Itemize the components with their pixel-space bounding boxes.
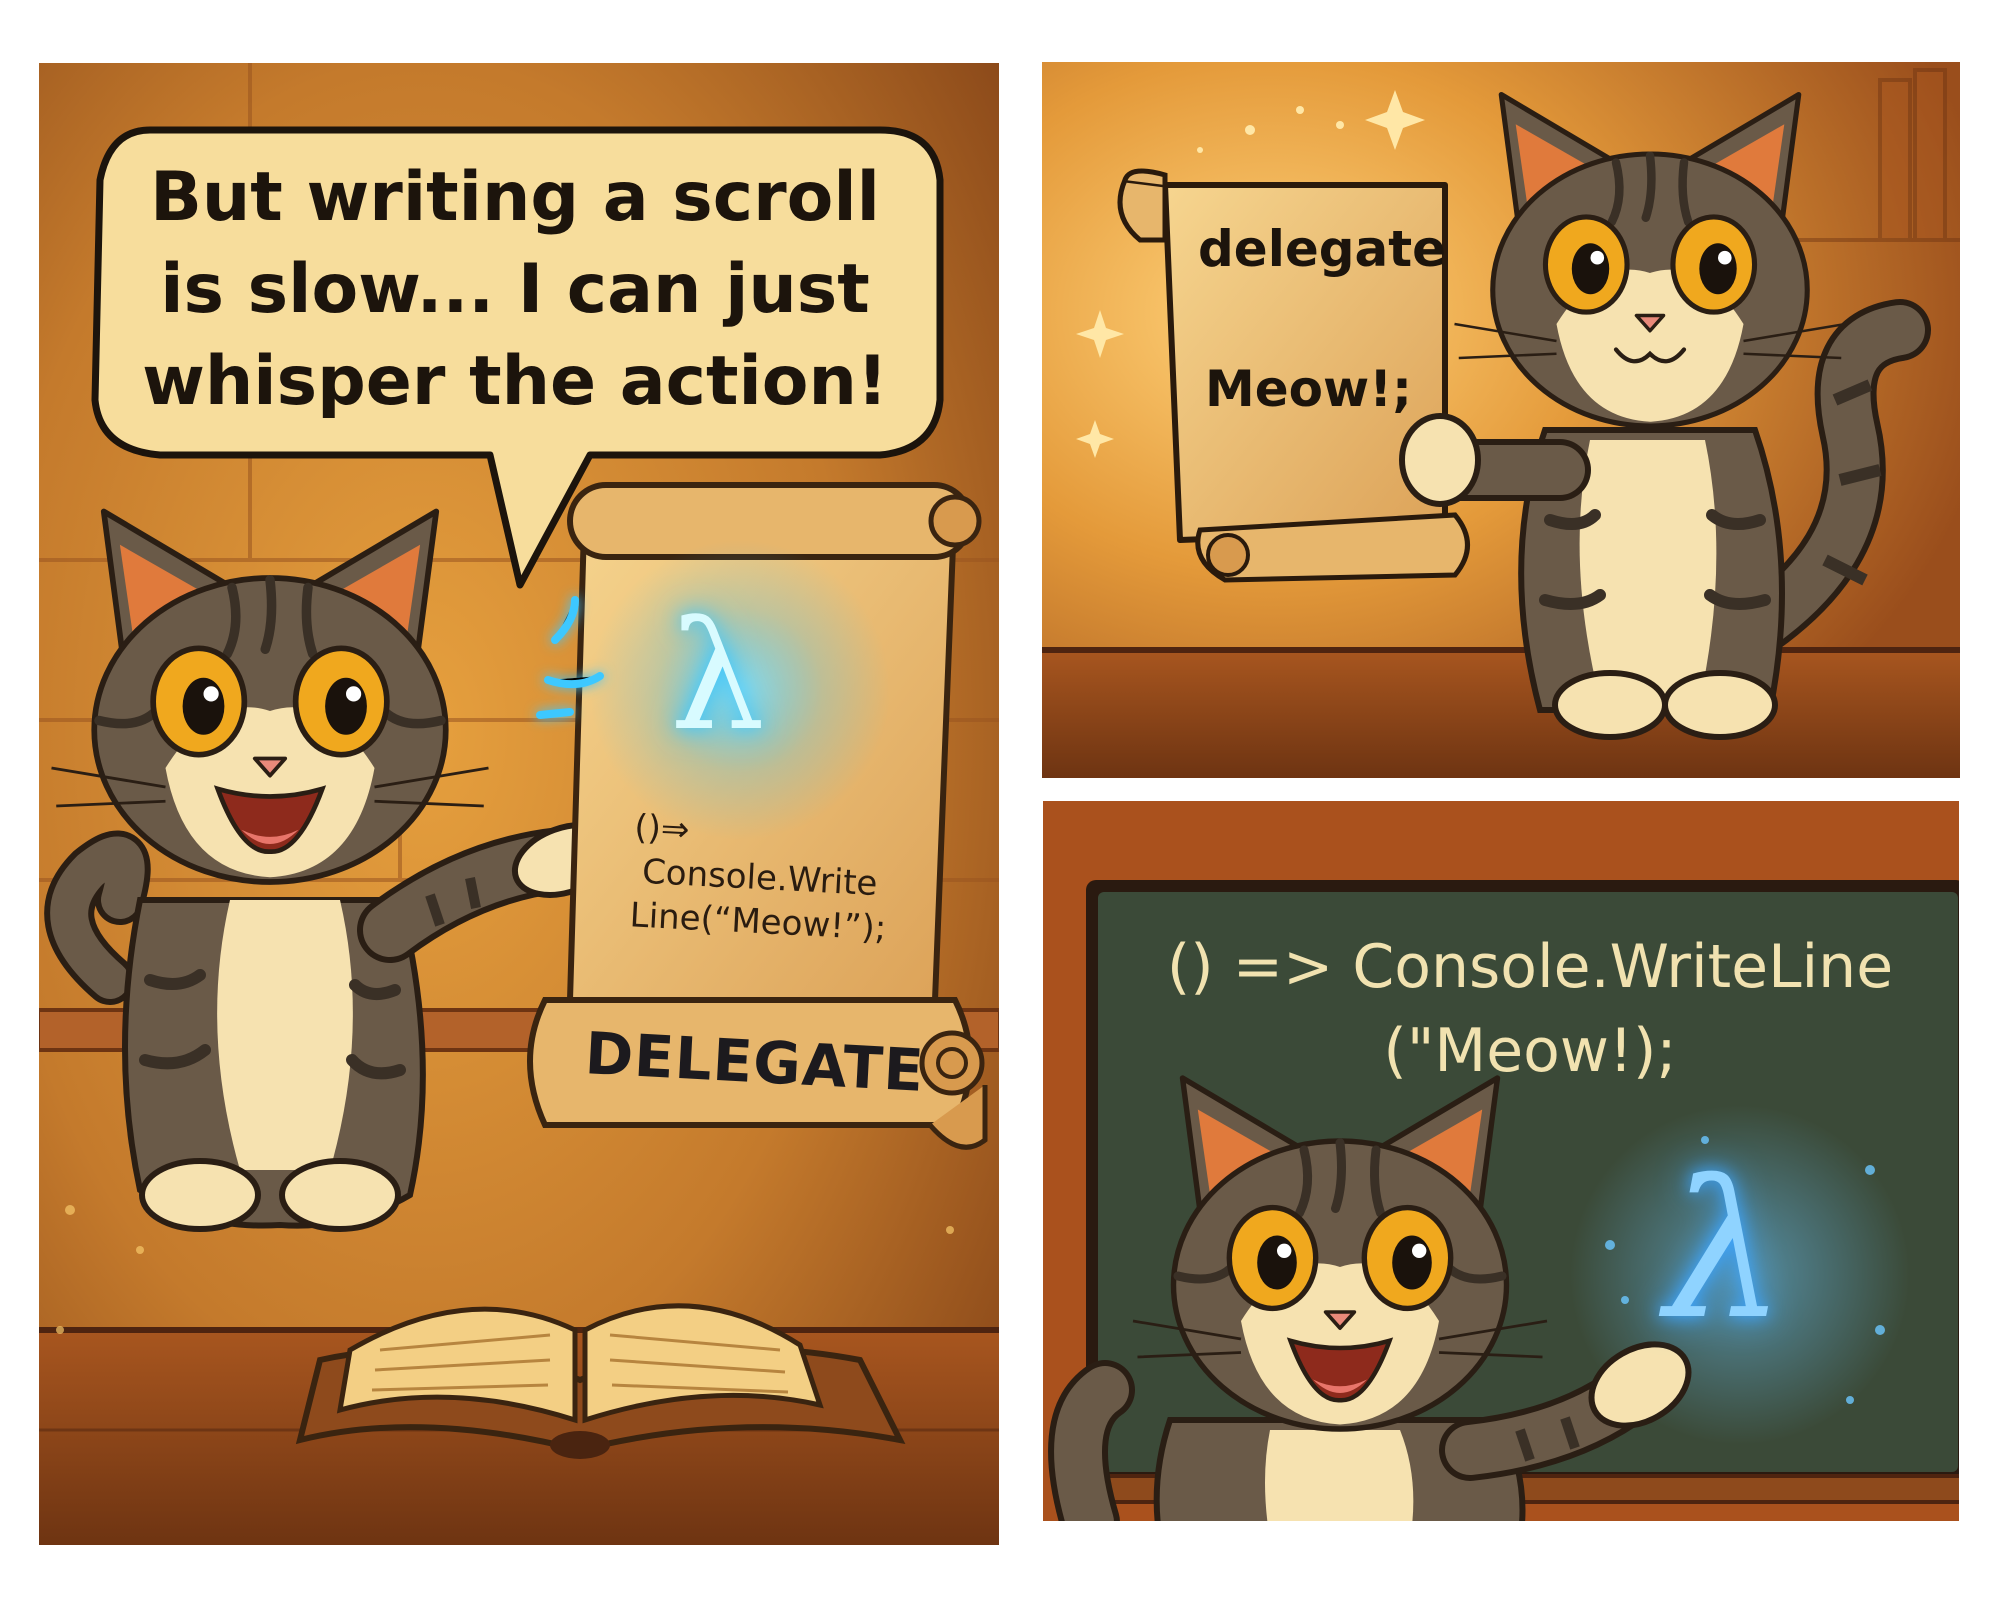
- chalkboard-line-1: () => Console.WriteLine: [1166, 932, 1894, 1002]
- speech-line-1: But writing a scroll: [150, 158, 880, 237]
- speech-line-3: whisper the action!: [142, 342, 888, 421]
- comic-page: But writing a scroll is slow... I can ju…: [0, 0, 2000, 1600]
- speech-line-2: is slow... I can just: [160, 250, 870, 329]
- panel-3: [1042, 800, 1960, 1522]
- lambda-symbol-panel-1: λ: [670, 590, 766, 764]
- speech-bubble-text: But writing a scroll is slow... I can ju…: [110, 140, 920, 440]
- chalkboard-text: () => Console.WriteLine ("Meow!);: [1110, 925, 1950, 1093]
- panel-2-scroll-title: delegate: [1198, 220, 1447, 278]
- chalkboard-line-2: ("Meow!);: [1383, 1016, 1677, 1086]
- lambda-symbol-panel-3: λ: [1665, 1140, 1786, 1361]
- scroll-code: ()⇒ Console.Write Line(“Meow!”);: [629, 805, 892, 950]
- panel-2: [1042, 62, 1960, 778]
- panel-2-scroll-body: Meow!;: [1205, 360, 1413, 418]
